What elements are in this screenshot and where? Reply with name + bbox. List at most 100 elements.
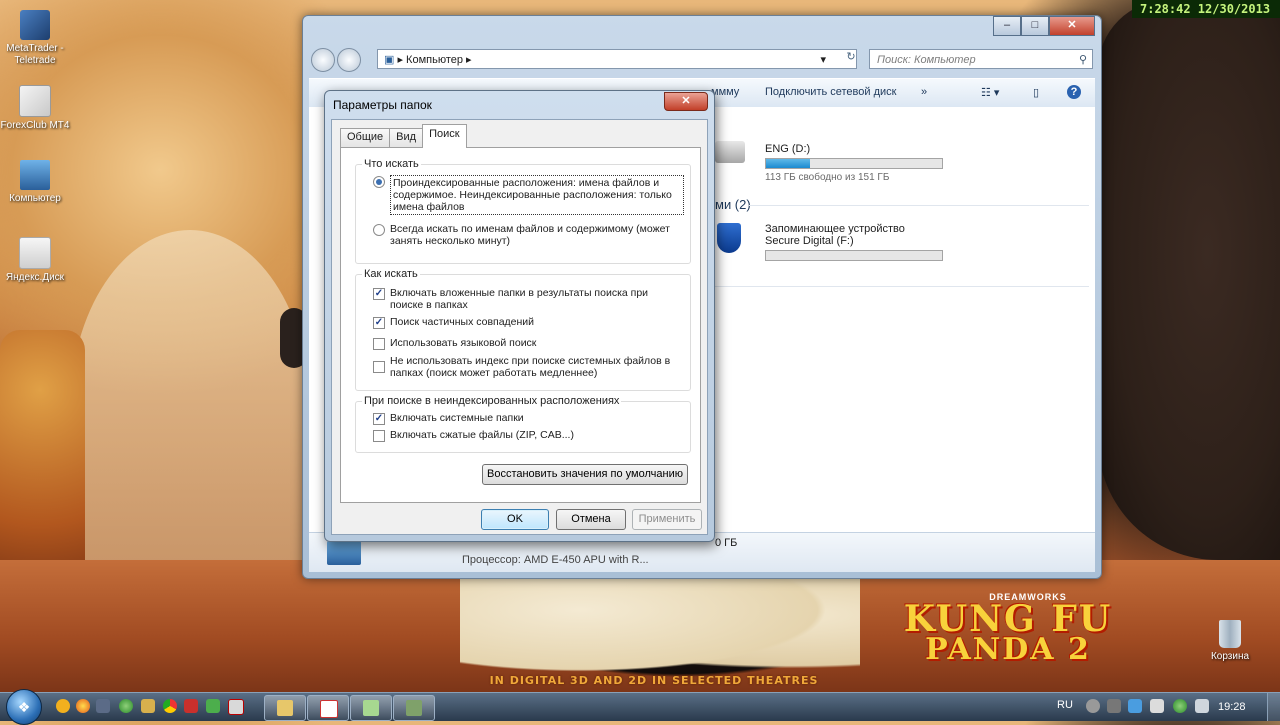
drive-f[interactable]: Запоминающее устройство Secure Digital (… <box>765 223 943 264</box>
kung-fu-panda-logo: DREAMWORKS KUNG FU PANDA 2 <box>888 592 1128 692</box>
drive-f-usage-bar <box>765 250 943 261</box>
desktop-icon-computer[interactable]: Компьютер <box>0 160 70 205</box>
apply-button[interactable]: Применить <box>632 509 702 530</box>
quicklaunch-avast-icon[interactable] <box>56 699 70 713</box>
dialog-close-button[interactable]: ✕ <box>664 92 708 111</box>
checkbox[interactable]: ✓ <box>373 288 385 300</box>
maximize-button[interactable]: □ <box>1021 16 1049 36</box>
folder-options-dialog[interactable]: Параметры папок ✕ Общие Вид Поиск Что ис… <box>324 90 715 542</box>
logo-number: 2 <box>1067 632 1091 667</box>
logo-line1: KUNG FU <box>903 598 1113 640</box>
quicklaunch-acrobat-icon[interactable] <box>228 699 244 715</box>
checkbox[interactable] <box>373 430 385 442</box>
checkbox-include-subfolders[interactable]: ✓ Включать вложенные папки в результаты … <box>373 287 678 311</box>
checkbox-compressed-files[interactable]: Включать сжатые файлы (ZIP, CAB...) <box>373 429 678 442</box>
taskbar-chart-button[interactable] <box>307 695 349 721</box>
chart-icon <box>320 700 338 718</box>
taskbar-app-button[interactable] <box>393 695 435 721</box>
radio-button[interactable] <box>373 224 385 236</box>
removable-group-header[interactable]: ми (2) <box>715 197 751 212</box>
tab-general[interactable]: Общие <box>340 128 391 148</box>
dialog-body: Общие Вид Поиск Что искать Проиндексиров… <box>331 119 708 535</box>
drive-f-name-line2: Secure Digital (F:) <box>765 235 854 247</box>
checkbox[interactable] <box>373 361 385 373</box>
taskbar-notepad-button[interactable] <box>350 695 392 721</box>
toolbar-more-button[interactable]: » <box>921 86 927 98</box>
group-legend: При поиске в неиндексированных расположе… <box>362 395 622 407</box>
quicklaunch-chrome-icon[interactable] <box>163 699 177 713</box>
search-input[interactable]: Поиск: Компьютер ⚲ <box>869 49 1093 69</box>
radio-indexed-locations[interactable]: Проиндексированные расположения: имена ф… <box>373 175 684 215</box>
tray-clock[interactable]: 19:28 <box>1218 701 1246 713</box>
radio-always-search-contents[interactable]: Всегда искать по именам файлов и содержи… <box>373 223 678 247</box>
drive-f-name-line1: Запоминающее устройство <box>765 223 905 235</box>
minimize-button[interactable]: – <box>993 16 1021 36</box>
tab-search[interactable]: Поиск <box>422 124 467 148</box>
tray-icon[interactable] <box>1107 699 1121 713</box>
forward-button[interactable] <box>337 48 361 72</box>
help-icon[interactable]: ? <box>1067 85 1081 99</box>
radio-button[interactable] <box>373 176 385 188</box>
checkbox[interactable]: ✓ <box>373 317 385 329</box>
quicklaunch-utorrent-icon[interactable] <box>119 699 133 713</box>
group-what-to-search: Что искать Проиндексированные расположен… <box>355 158 691 264</box>
tray-icon[interactable] <box>1128 699 1142 713</box>
breadcrumb-computer[interactable]: Компьютер <box>406 54 463 66</box>
refresh-icon[interactable]: ↻ <box>843 50 859 68</box>
tray-network-icon[interactable] <box>1150 699 1164 713</box>
tray-utorrent-icon[interactable] <box>1173 699 1187 713</box>
checkbox-dont-use-index[interactable]: Не использовать индекс при поиске систем… <box>373 355 678 379</box>
ok-button[interactable]: OK <box>481 509 549 530</box>
tray-volume-icon[interactable] <box>1195 699 1209 713</box>
computer-icon <box>20 160 50 190</box>
checkbox-system-folders[interactable]: ✓ Включать системные папки <box>373 412 678 425</box>
group-legend: Как искать <box>362 268 420 280</box>
quicklaunch-archive-icon[interactable] <box>141 699 155 713</box>
map-network-drive-button[interactable]: Подключить сетевой диск <box>765 86 896 98</box>
sd-card-icon <box>717 223 741 253</box>
cancel-button[interactable]: Отмена <box>556 509 626 530</box>
desktop-icon-forexclub[interactable]: ForexClub MT4 <box>0 85 70 132</box>
taskbar: ❖ RU 19:28 <box>0 689 1280 725</box>
back-button[interactable] <box>311 48 335 72</box>
address-row: ▣ ▸ Компьютер ▸ ▾ ↻ Поиск: Компьютер ⚲ <box>311 48 1093 72</box>
view-options-icon[interactable]: ☷ ▾ <box>981 86 999 99</box>
window-controls: – □ ✕ <box>993 16 1095 36</box>
quicklaunch-firefox-icon[interactable] <box>76 699 90 713</box>
quicklaunch-drive-icon[interactable] <box>96 699 110 713</box>
quicklaunch-opera-icon[interactable] <box>184 699 198 713</box>
checkbox-natural-language[interactable]: Использовать языковой поиск <box>373 337 678 350</box>
tab-strip: Общие Вид Поиск <box>340 124 467 148</box>
desktop-icon-recycle-bin[interactable]: Корзина <box>1195 620 1265 663</box>
yandex-disk-icon <box>19 237 51 269</box>
forexclub-icon <box>19 85 51 117</box>
checkbox[interactable] <box>373 338 385 350</box>
folder-icon <box>277 700 293 716</box>
restore-defaults-button[interactable]: Восстановить значения по умолчанию <box>482 464 688 485</box>
desktop-icon-metatrader[interactable]: MetaTrader - Teletrade <box>0 10 70 67</box>
toolbar-item-partial[interactable]: ммму <box>711 86 739 98</box>
tab-view[interactable]: Вид <box>389 128 424 148</box>
desktop-icon-yandex-disk[interactable]: Яндекс.Диск <box>0 237 70 284</box>
computer-small-icon: ▣ <box>384 54 395 66</box>
desktop-icon-label: Корзина <box>1210 651 1250 662</box>
show-desktop-button[interactable] <box>1267 693 1280 721</box>
drive-d[interactable]: ENG (D:) 113 ГБ свободно из 151 ГБ <box>765 143 943 183</box>
wallpaper-mountain <box>70 230 310 590</box>
notepad-icon <box>363 700 379 716</box>
checkbox-partial-matches[interactable]: ✓ Поиск частичных совпадений <box>373 316 678 329</box>
quicklaunch-skype-icon[interactable] <box>206 699 220 713</box>
tray-icon[interactable] <box>1086 699 1100 713</box>
language-indicator[interactable]: RU <box>1057 699 1073 711</box>
clock-overlay: 7:28:42 12/30/2013 <box>1132 0 1280 18</box>
preview-pane-icon[interactable]: ▯ <box>1033 86 1039 99</box>
desktop-icon-label: ForexClub MT4 <box>0 120 70 131</box>
close-button[interactable]: ✕ <box>1049 16 1095 36</box>
taskbar-explorer-button[interactable] <box>264 695 306 721</box>
wallpaper-tree-trunk <box>1098 0 1280 560</box>
hard-drive-icon <box>715 141 745 163</box>
address-bar[interactable]: ▣ ▸ Компьютер ▸ ▾ <box>377 49 857 69</box>
chevron-down-icon[interactable]: ▾ <box>820 50 826 70</box>
checkbox[interactable]: ✓ <box>373 413 385 425</box>
windows-logo-icon: ❖ <box>17 699 31 715</box>
